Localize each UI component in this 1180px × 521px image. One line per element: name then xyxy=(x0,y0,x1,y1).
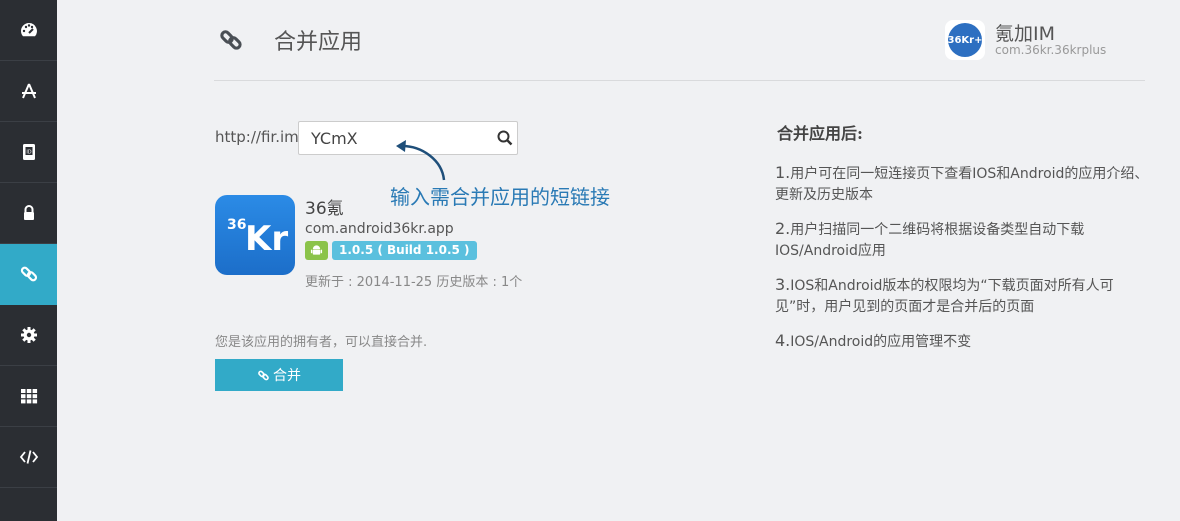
dashboard-icon xyxy=(20,23,37,37)
current-app-name: 氪加IM xyxy=(995,23,1055,45)
info-list: 1.用户可在同一短连接页下查看IOS和Android的应用介绍、更新及历史版本 … xyxy=(775,162,1150,365)
link-icon xyxy=(258,370,269,380)
app-store-icon xyxy=(21,83,36,99)
app-icon: 36 Kr xyxy=(215,195,295,275)
sidebar: ID xyxy=(0,0,57,521)
id-card-icon: ID xyxy=(22,144,35,160)
info-item: 2.用户扫描同一个二维码将根据设备类型自动下载IOS/Android应用 xyxy=(775,219,1085,259)
sidebar-item-settings[interactable] xyxy=(0,305,57,366)
avatar[interactable]: 36Kr+ xyxy=(945,20,985,60)
page-title: 合并应用 xyxy=(274,30,363,55)
app-icon-letters: Kr xyxy=(245,219,289,259)
lock-icon xyxy=(23,205,34,220)
annotation-arrow-icon xyxy=(396,140,446,181)
sidebar-item-dashboard[interactable] xyxy=(0,0,57,61)
annotation-text: 输入需合并应用的短链接 xyxy=(390,185,610,209)
code-icon xyxy=(19,450,38,464)
app-update-meta: 更新于 : 2014-11-25 历史版本 : 1个 xyxy=(305,275,523,290)
link-icon xyxy=(220,30,242,50)
version-badge: 1.0.5 ( Build 1.0.5 ) xyxy=(332,241,477,260)
grid-icon xyxy=(20,389,37,404)
header-divider xyxy=(214,80,1145,81)
svg-text:ID: ID xyxy=(26,150,31,156)
info-item: 1.用户可在同一短连接页下查看IOS和Android的应用介绍、更新及历史版本 xyxy=(775,163,1149,203)
android-icon xyxy=(310,245,323,255)
sidebar-item-apps-grid[interactable] xyxy=(0,366,57,427)
short-link-input[interactable] xyxy=(299,122,479,154)
info-title: 合并应用后: xyxy=(777,124,863,143)
info-item: 3.IOS和Android版本的权限均为“下载页面对所有人可见”时，用户见到的页… xyxy=(775,275,1114,315)
gear-icon xyxy=(20,327,37,343)
sidebar-item-app-store[interactable] xyxy=(0,61,57,122)
current-app-package: com.36kr.36krplus xyxy=(995,43,1107,57)
owner-note: 您是该应用的拥有者，可以直接合并. xyxy=(215,335,428,350)
url-prefix: http://fir.im/ xyxy=(215,128,304,146)
avatar-logo: 36Kr+ xyxy=(948,23,983,57)
app-icon-number: 36 xyxy=(227,217,247,233)
sidebar-item-code[interactable] xyxy=(0,427,57,488)
sidebar-item-merge[interactable] xyxy=(0,244,57,305)
sidebar-item-id-card[interactable]: ID xyxy=(0,122,57,183)
merge-button-label: 合并 xyxy=(273,368,301,384)
app-package: com.android36kr.app xyxy=(305,221,454,237)
link-icon xyxy=(20,266,37,282)
app-name: 36氪 xyxy=(305,199,344,219)
merge-button[interactable]: 合并 xyxy=(215,359,343,391)
sidebar-item-lock[interactable] xyxy=(0,183,57,244)
search-icon[interactable] xyxy=(497,130,513,146)
android-badge xyxy=(305,241,328,260)
info-item: 4.IOS/Android的应用管理不变 xyxy=(775,331,972,350)
